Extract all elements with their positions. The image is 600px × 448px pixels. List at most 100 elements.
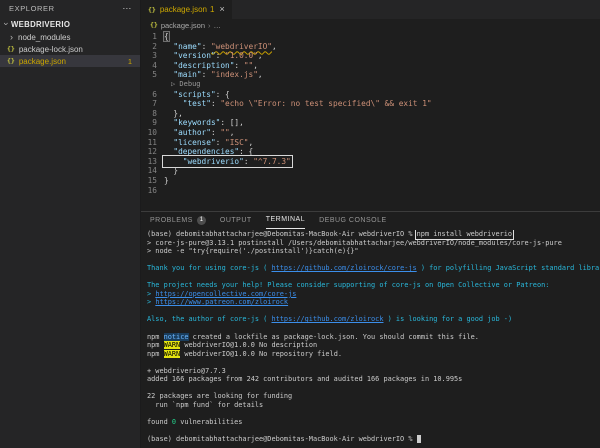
editor-tab-bar: {} package.json 1 ×: [141, 0, 600, 19]
terminal-line: The project needs your help! Please cons…: [147, 281, 600, 290]
chevron-down-icon: ›: [2, 20, 12, 29]
token: ,: [258, 70, 263, 79]
terminal-line: [147, 384, 600, 393]
breadcrumb-file[interactable]: package.json: [161, 21, 205, 30]
tab-package-json[interactable]: {} package.json 1 ×: [141, 0, 233, 19]
token: vulnerabilities: [176, 418, 242, 426]
code-line: 14 }: [141, 166, 600, 176]
terminal-line: run `npm fund` for details: [147, 401, 600, 410]
token: "test": [183, 99, 211, 108]
token: ,: [253, 61, 258, 70]
token: created a lockfile as package-lock.json.…: [189, 333, 479, 341]
token: "": [244, 61, 253, 70]
code-line: 9 "keywords": [],: [141, 118, 600, 128]
code-text: "name": "webdriverIO",: [164, 42, 277, 52]
code-line: 5 "main": "index.js",: [141, 70, 600, 80]
token: "license": [173, 138, 215, 147]
tab-label: PROBLEMS: [150, 217, 193, 224]
terminal-cursor: [417, 435, 421, 443]
tab-debug-console[interactable]: DEBUG CONSOLE: [319, 212, 387, 228]
terminal-line: Thank you for using core-js ( https://gi…: [147, 264, 600, 273]
tab-output[interactable]: OUTPUT: [220, 212, 252, 228]
line-number: 14: [141, 166, 164, 176]
token: found: [147, 418, 172, 426]
code-line: 7 "test": "echo \"Error: no test specifi…: [141, 99, 600, 109]
close-icon[interactable]: ×: [219, 5, 224, 14]
token: [164, 138, 173, 147]
breadcrumb[interactable]: {} package.json › …: [141, 19, 600, 31]
token: ,: [230, 128, 235, 137]
terminal-link[interactable]: https://github.com/zloirock: [271, 315, 383, 323]
bottom-panel: PROBLEMS 1 OUTPUT TERMINAL DEBUG CONSOLE…: [141, 211, 600, 448]
panel-tab-bar: PROBLEMS 1 OUTPUT TERMINAL DEBUG CONSOLE: [141, 212, 600, 228]
token: [164, 90, 173, 99]
token: "webdriverIO": [211, 42, 272, 51]
token: notice: [164, 333, 189, 341]
token: [164, 147, 173, 156]
token: :: [234, 61, 243, 70]
code-editor[interactable]: 1{2 "name": "webdriverIO",3 "version": "…: [141, 32, 600, 211]
token: > core-js-pure@3.13.1 postinstall /Users…: [147, 239, 562, 247]
section-label: WEBDRIVERIO: [11, 20, 70, 29]
breadcrumb-symbol[interactable]: …: [214, 21, 222, 30]
token: + webdriverio@7.7.3: [147, 367, 226, 375]
token: : [],: [220, 118, 243, 127]
tab-label: TERMINAL: [266, 216, 305, 223]
token: :: [202, 42, 211, 51]
tab-label: package.json: [160, 5, 207, 14]
problems-count-badge: 1: [128, 57, 132, 66]
token: "scripts": [173, 90, 215, 99]
token: }: [164, 166, 178, 175]
terminal-line: npm WARN webdriverIO@1.0.0 No descriptio…: [147, 341, 600, 350]
sidebar-item-package-lock-json[interactable]: {} package-lock.json: [0, 43, 140, 55]
terminal-line: > node -e "try{require('./postinstall')}…: [147, 247, 600, 256]
code-text: }: [164, 176, 169, 186]
terminal-output[interactable]: (base) debomitabhattacharjee@Debomitas-M…: [147, 230, 600, 448]
token: "name": [173, 42, 201, 51]
terminal-link[interactable]: https://opencollective.com/core-js: [155, 290, 296, 298]
token: "^7.7.3": [253, 157, 291, 166]
line-number: 12: [141, 147, 164, 157]
token: :: [216, 51, 225, 60]
token: npm: [147, 333, 164, 341]
tab-problems[interactable]: PROBLEMS 1: [150, 212, 206, 228]
file-name: package-lock.json: [19, 45, 83, 54]
json-file-icon: {}: [7, 45, 15, 53]
code-text: "description": "",: [164, 61, 258, 71]
code-line: 6 "scripts": {: [141, 90, 600, 100]
terminal-line: (base) debomitabhattacharjee@Debomitas-M…: [147, 230, 600, 239]
chevron-right-icon: ›: [7, 32, 16, 42]
terminal-line: npm WARN webdriverIO@1.0.0 No repository…: [147, 350, 600, 359]
token: WARN: [164, 350, 181, 358]
token: The project needs your help! Please cons…: [147, 281, 554, 289]
codelens-debug[interactable]: ▷ Debug: [141, 80, 600, 90]
tab-label: OUTPUT: [220, 217, 252, 224]
token: :: [202, 70, 211, 79]
token: "ISC": [225, 138, 248, 147]
terminal-link[interactable]: https://github.com/zloirock/core-js: [271, 264, 416, 272]
token: }: [164, 176, 169, 185]
editor-group: {} package.json 1 × {} package.json › … …: [141, 0, 600, 211]
line-number: 4: [141, 61, 164, 71]
token: :: [211, 128, 220, 137]
sidebar-item-package-json[interactable]: {} package.json 1: [0, 55, 140, 67]
explorer-sidebar: EXPLORER ⋯ › WEBDRIVERIO › node_modules …: [0, 0, 141, 448]
more-actions-icon[interactable]: ⋯: [122, 3, 132, 14]
token: :: [244, 157, 253, 166]
code-line: 2 "name": "webdriverIO",: [141, 42, 600, 52]
token: webdriverIO@1.0.0 No description: [180, 341, 317, 349]
token: [164, 51, 173, 60]
terminal-link[interactable]: https://www.patreon.com/zloirock: [155, 298, 288, 306]
code-text: }: [164, 166, 178, 176]
token: Also, the author of core-js (: [147, 315, 271, 323]
sidebar-section-webdriverio[interactable]: › WEBDRIVERIO: [0, 17, 140, 31]
tab-terminal[interactable]: TERMINAL: [266, 212, 305, 229]
token: [164, 99, 183, 108]
sidebar-item-node-modules[interactable]: › node_modules: [0, 31, 140, 43]
code-line: 1{: [141, 32, 600, 42]
token: {: [164, 32, 169, 41]
token: "index.js": [211, 70, 258, 79]
explorer-header: EXPLORER ⋯: [0, 0, 140, 17]
token: > node -e "try{require('./postinstall')}…: [147, 247, 359, 255]
token: "main": [173, 70, 201, 79]
